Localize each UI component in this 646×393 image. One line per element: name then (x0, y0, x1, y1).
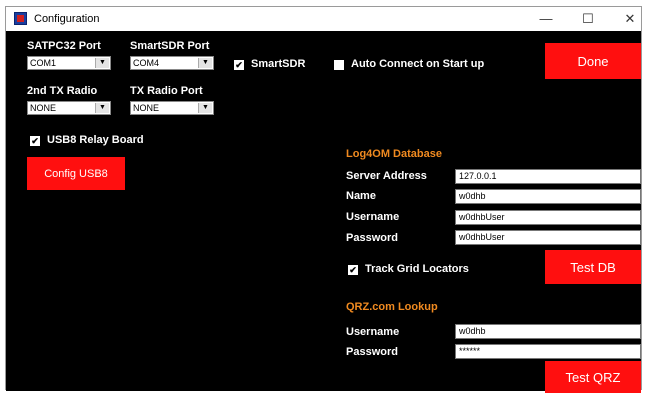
smartsdr-checkbox[interactable]: ✔ (234, 60, 244, 70)
chevron-down-icon[interactable]: ▼ (198, 58, 212, 68)
smartsdr-port-select[interactable]: COM4 ▼ (130, 56, 214, 70)
second-tx-radio-value: NONE (30, 103, 57, 113)
app-icon (14, 12, 27, 25)
db-password-input[interactable]: w0dhbUser (455, 230, 641, 245)
qrz-username-input[interactable]: w0dhb (455, 324, 641, 339)
smartsdr-port-label: SmartSDR Port (130, 40, 210, 52)
server-address-label: Server Address (346, 170, 427, 182)
smartsdr-port-value: COM4 (133, 58, 160, 68)
track-grid-label: Track Grid Locators (365, 263, 469, 275)
db-password-label: Password (346, 232, 398, 244)
satpc32-port-value: COM1 (30, 58, 57, 68)
server-address-value: 127.0.0.1 (459, 171, 497, 181)
db-username-value: w0dhbUser (459, 212, 505, 222)
second-tx-radio-label: 2nd TX Radio (27, 85, 98, 97)
maximize-button[interactable]: ☐ (574, 9, 602, 29)
usb8-relay-checkbox[interactable]: ✔ (30, 136, 40, 146)
smartsdr-checkbox-label: SmartSDR (251, 58, 306, 70)
second-tx-radio-select[interactable]: NONE ▼ (27, 101, 111, 115)
qrz-password-label: Password (346, 346, 398, 358)
chevron-down-icon[interactable]: ▼ (198, 103, 212, 113)
server-address-input[interactable]: 127.0.0.1 (455, 169, 641, 184)
auto-connect-label: Auto Connect on Start up (351, 58, 485, 70)
db-name-value: w0dhb (459, 191, 486, 201)
done-button[interactable]: Done (545, 43, 641, 79)
minimize-button[interactable]: — (532, 9, 560, 29)
qrz-password-value: ****** (459, 346, 481, 356)
window-title: Configuration (34, 13, 100, 25)
qrz-username-value: w0dhb (459, 326, 486, 336)
usb8-relay-label: USB8 Relay Board (47, 134, 144, 146)
auto-connect-checkbox[interactable] (334, 60, 344, 70)
config-usb8-button[interactable]: Config USB8 (27, 157, 125, 190)
tx-radio-port-value: NONE (133, 103, 160, 113)
qrz-password-input[interactable]: ****** (455, 344, 641, 359)
track-grid-checkbox[interactable]: ✔ (348, 265, 358, 275)
test-db-button[interactable]: Test DB (545, 250, 641, 284)
db-name-label: Name (346, 190, 376, 202)
db-username-input[interactable]: w0dhbUser (455, 210, 641, 225)
title-bar: Configuration — ☐ ✕ (6, 7, 641, 31)
qrz-heading: QRZ.com Lookup (346, 301, 438, 313)
tx-radio-port-select[interactable]: NONE ▼ (130, 101, 214, 115)
db-name-input[interactable]: w0dhb (455, 189, 641, 204)
config-content: SATPC32 Port COM1 ▼ SmartSDR Port COM4 ▼… (6, 31, 641, 393)
chevron-down-icon[interactable]: ▼ (95, 103, 109, 113)
configuration-window: Configuration — ☐ ✕ SATPC32 Port COM1 ▼ … (5, 6, 642, 393)
satpc32-port-select[interactable]: COM1 ▼ (27, 56, 111, 70)
db-username-label: Username (346, 211, 400, 223)
log4om-heading: Log4OM Database (346, 148, 442, 160)
chevron-down-icon[interactable]: ▼ (95, 58, 109, 68)
qrz-username-label: Username (346, 326, 400, 338)
test-qrz-button[interactable]: Test QRZ (545, 361, 641, 393)
tx-radio-port-label: TX Radio Port (130, 85, 203, 97)
satpc32-port-label: SATPC32 Port (27, 40, 101, 52)
db-password-value: w0dhbUser (459, 232, 505, 242)
close-button[interactable]: ✕ (616, 9, 644, 29)
